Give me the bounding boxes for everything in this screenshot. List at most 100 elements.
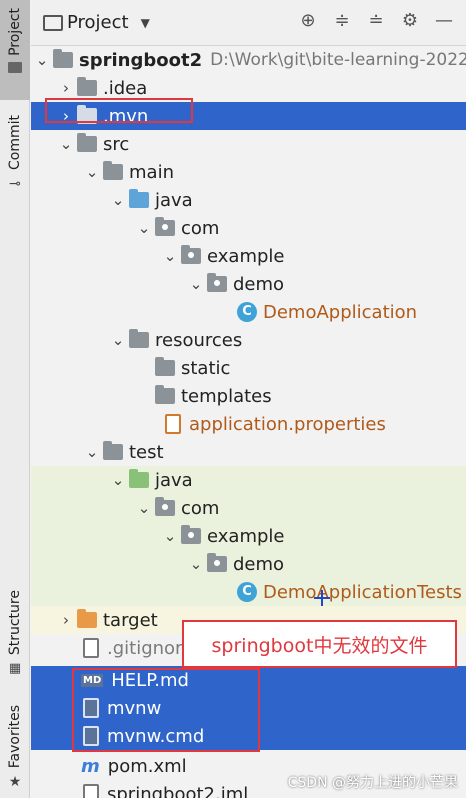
chevron-down-icon[interactable]: ⌄ <box>81 443 103 461</box>
chevron-down-icon[interactable]: ⌄ <box>107 191 129 209</box>
tree-item-mvnw[interactable]: mvnw <box>31 694 466 722</box>
tree-item-label: HELP.md <box>111 669 189 691</box>
chevron-down-icon[interactable]: ⌄ <box>31 51 53 69</box>
target-icon[interactable]: ⊕ <box>296 10 320 31</box>
tree-item-help-md[interactable]: MD HELP.md <box>31 666 466 694</box>
tree-item-mvn[interactable]: › .mvn <box>31 102 466 130</box>
chevron-down-icon[interactable]: ⌄ <box>81 163 103 181</box>
package-icon <box>207 553 227 572</box>
annotation-text: springboot中无效的文件 <box>211 634 428 657</box>
tree-item-application-properties[interactable]: application.properties <box>31 410 466 438</box>
tree-item-static[interactable]: static <box>31 354 466 382</box>
tree-item-demo-application-tests[interactable]: C DemoApplicationTests <box>31 578 466 606</box>
minimize-icon[interactable]: — <box>432 10 456 31</box>
test-class-icon: C <box>237 582 257 602</box>
structure-icon: ▦ <box>8 661 22 677</box>
tree-item-example[interactable]: ⌄ example <box>31 242 466 270</box>
chevron-down-icon[interactable]: ⌄ <box>159 247 181 265</box>
tree-item-label: static <box>181 357 231 379</box>
chevron-down-icon[interactable]: ▼ <box>141 16 150 30</box>
chevron-right-icon[interactable]: › <box>55 611 77 629</box>
tree-item-test-com[interactable]: ⌄ com <box>31 494 466 522</box>
tree-item-resources[interactable]: ⌄ resources <box>31 326 466 354</box>
chevron-down-icon[interactable]: ⌄ <box>107 331 129 349</box>
tree-item-label: templates <box>181 385 272 407</box>
folder-icon <box>8 61 22 73</box>
excluded-folder-icon <box>77 609 97 628</box>
tree-item-label: test <box>129 441 164 463</box>
ignore-file-icon <box>83 638 99 658</box>
tree-item-com[interactable]: ⌄ com <box>31 214 466 242</box>
tree-item-label: example <box>207 525 285 547</box>
tool-window-strip: Project Commit ⊸ Structure ▦ Favorites ★ <box>0 0 30 798</box>
folder-icon <box>103 161 123 180</box>
watermark: CSDN @努力上进的小芒果 <box>287 775 458 791</box>
package-icon <box>181 525 201 544</box>
tree-item-demo[interactable]: ⌄ demo <box>31 270 466 298</box>
folder-icon <box>103 441 123 460</box>
star-icon: ★ <box>8 774 22 791</box>
chevron-down-icon[interactable]: ⌄ <box>133 219 155 237</box>
tab-project[interactable]: Project <box>0 0 30 100</box>
tree-item-mvnw-cmd[interactable]: mvnw.cmd <box>31 722 466 750</box>
tree-item-label: mvnw.cmd <box>107 725 205 747</box>
tree-item-java[interactable]: ⌄ java <box>31 186 466 214</box>
tree-item-test-demo[interactable]: ⌄ demo <box>31 550 466 578</box>
tree-item-springboot2[interactable]: ⌄ springboot2 D:\Work\git\bite-learning-… <box>31 46 466 74</box>
chevron-down-icon[interactable]: ⌄ <box>55 135 77 153</box>
tree-item-label: mvnw <box>107 697 162 719</box>
tab-structure[interactable]: Structure ▦ <box>0 590 30 680</box>
tree-item-test-example[interactable]: ⌄ example <box>31 522 466 550</box>
project-view-title[interactable]: Project <box>67 12 129 33</box>
tree-item-label: main <box>129 161 174 183</box>
tree-item-demo-application[interactable]: C DemoApplication <box>31 298 466 326</box>
tree-item-idea[interactable]: › .idea <box>31 74 466 102</box>
chevron-right-icon[interactable]: › <box>55 107 77 125</box>
resources-folder-icon <box>129 329 149 348</box>
folder-icon <box>77 105 97 124</box>
tree-item-label: .gitignore <box>107 637 194 659</box>
module-folder-icon <box>53 49 73 68</box>
tree-item-test[interactable]: ⌄ test <box>31 438 466 466</box>
chevron-down-icon[interactable]: ⌄ <box>159 527 181 545</box>
chevron-down-icon[interactable]: ⌄ <box>185 555 207 573</box>
class-icon: C <box>237 302 257 322</box>
tree-item-test-java[interactable]: ⌄ java <box>31 466 466 494</box>
commit-icon: ⊸ <box>9 176 21 192</box>
tree-item-label: springboot2.iml <box>107 783 249 798</box>
tree-item-label: demo <box>233 553 285 575</box>
properties-file-icon <box>165 414 181 434</box>
tree-item-label: src <box>103 133 130 155</box>
tree-item-label: com <box>181 217 220 239</box>
chevron-down-icon[interactable]: ⌄ <box>107 471 129 489</box>
module-file-icon <box>83 784 99 798</box>
tree-item-label: DemoApplicationTests <box>263 581 462 603</box>
project-view-icon <box>43 14 63 31</box>
tree-item-templates[interactable]: templates <box>31 382 466 410</box>
tab-commit-label: Commit <box>7 115 23 170</box>
shell-file-icon <box>83 698 99 718</box>
annotation-label: springboot中无效的文件 <box>182 620 457 668</box>
tree-item-label: .mvn <box>103 105 149 127</box>
gear-icon[interactable]: ⚙ <box>398 10 422 31</box>
chevron-down-icon[interactable]: ⌄ <box>133 499 155 517</box>
markdown-file-icon: MD <box>81 673 104 687</box>
tree-item-main[interactable]: ⌄ main <box>31 158 466 186</box>
tree-item-label: springboot2 <box>79 49 203 71</box>
tab-structure-label: Structure <box>7 590 23 656</box>
tab-commit[interactable]: Commit ⊸ <box>0 115 30 205</box>
expand-all-icon[interactable]: ≑ <box>330 10 354 31</box>
chevron-down-icon[interactable]: ⌄ <box>185 275 207 293</box>
tree-item-label: com <box>181 497 220 519</box>
text-file-icon <box>83 726 99 746</box>
tree-item-src[interactable]: ⌄ src <box>31 130 466 158</box>
chevron-right-icon[interactable]: › <box>55 79 77 97</box>
tree-item-label: example <box>207 245 285 267</box>
collapse-all-icon[interactable]: ≐ <box>364 10 388 31</box>
tab-favorites-label: Favorites <box>7 705 23 769</box>
tab-project-label: Project <box>7 8 23 56</box>
mouse-cursor-icon <box>314 590 330 606</box>
tree-item-label: demo <box>233 273 285 295</box>
project-toolbar: Project ▼ ⊕ ≑ ≐ ⚙ — <box>31 0 466 46</box>
tab-favorites[interactable]: Favorites ★ <box>0 705 30 798</box>
